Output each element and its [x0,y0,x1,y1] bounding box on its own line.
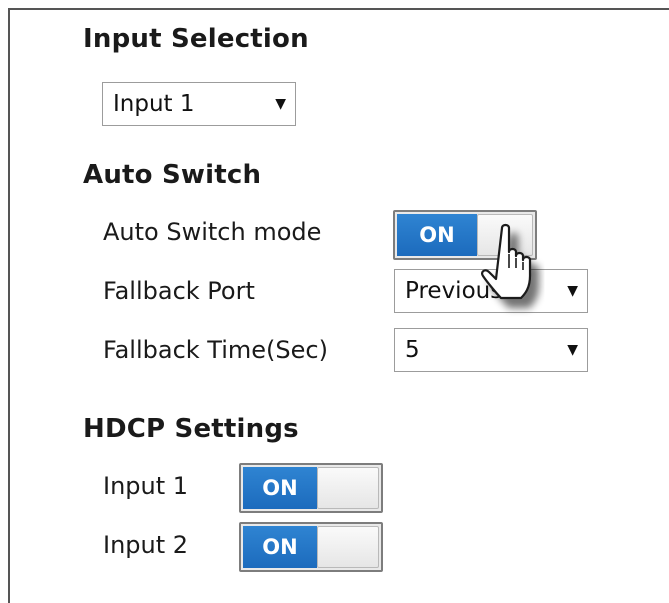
hdcp-input1-label: Input 1 [103,472,189,500]
fallback-time-select[interactable]: 5 ▼ [394,328,588,372]
toggle-knob[interactable] [317,526,379,568]
hand-pointer-icon [481,223,532,300]
input-selection-value: Input 1 [113,91,195,117]
toggle-knob[interactable] [317,467,379,509]
hdcp-settings-heading: HDCP Settings [83,414,299,444]
triangle-down-icon: ▼ [275,96,286,112]
hdcp-input2-toggle[interactable]: ON [239,522,383,572]
auto-switch-mode-label: Auto Switch mode [103,218,322,246]
triangle-down-icon: ▼ [567,342,578,358]
fallback-time-label: Fallback Time(Sec) [103,336,328,364]
triangle-down-icon: ▼ [567,283,578,299]
fallback-port-label: Fallback Port [103,277,255,305]
hdcp-input2-label: Input 2 [103,531,189,559]
input-selection-select[interactable]: Input 1 ▼ [102,82,296,126]
toggle-on-label: ON [243,467,317,509]
hdcp-input1-toggle[interactable]: ON [239,463,383,513]
auto-switch-heading: Auto Switch [83,160,262,190]
input-selection-heading: Input Selection [83,24,309,54]
toggle-on-label: ON [243,526,317,568]
fallback-time-value: 5 [405,337,420,363]
toggle-on-label: ON [397,214,477,256]
